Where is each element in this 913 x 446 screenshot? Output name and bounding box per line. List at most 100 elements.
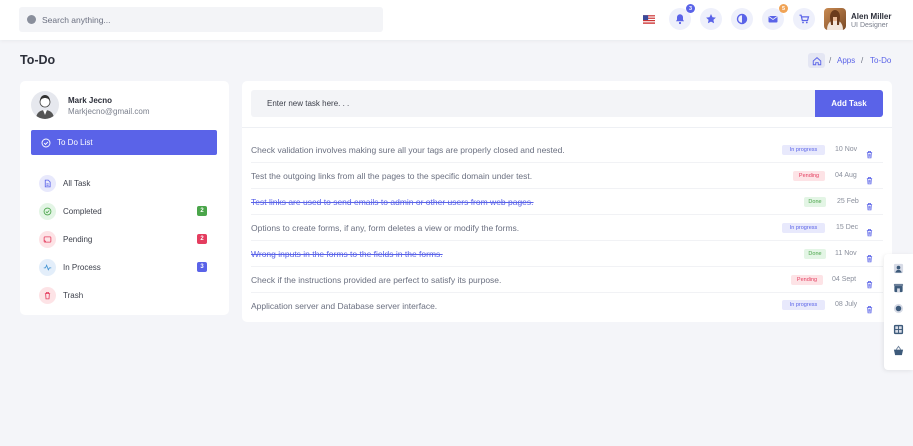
notification-bell-button[interactable]: 3 [669, 4, 695, 30]
completed-count-badge: 2 [197, 206, 207, 216]
sidebar-item-label: Trash [63, 290, 84, 300]
bell-icon [676, 14, 684, 25]
mail-button[interactable]: 5 [762, 4, 788, 30]
task-text: Test links are used to send emails to ad… [251, 197, 534, 207]
sidebar-item-label: In Process [63, 262, 101, 272]
notification-count-badge: 3 [686, 4, 695, 13]
top-bar: 3 5 Alen Miller UI Designer [0, 0, 913, 40]
grid-icon[interactable] [893, 324, 904, 335]
breadcrumb-current: To-Do [870, 56, 892, 65]
user-role: UI Designer [851, 22, 888, 29]
todo-sidebar-card: Mark Jecno Markjecno@gmail.com To Do Lis… [20, 81, 229, 315]
sidebar-item-in-process[interactable]: In Process 3 [39, 258, 207, 276]
task-date: 15 Dec [836, 224, 859, 231]
theme-toggle-button[interactable] [731, 8, 753, 30]
mail-count-badge: 5 [779, 4, 788, 13]
breadcrumb-separator: / [861, 56, 864, 65]
shop-icon[interactable] [893, 282, 904, 293]
divider [242, 127, 892, 128]
status-badge: In progress [782, 223, 825, 233]
todo-list-label: To Do List [57, 138, 93, 147]
status-badge: Pending [793, 171, 825, 181]
trash-icon [866, 255, 873, 263]
trash-icon [866, 229, 873, 237]
file-icon [39, 174, 56, 192]
star-icon [706, 14, 716, 24]
sidebar-item-label: All Task [63, 178, 91, 188]
task-row[interactable]: Check if the instructions provided are p… [251, 268, 883, 293]
status-badge: Pending [791, 275, 823, 285]
basket-icon[interactable] [893, 345, 904, 356]
task-text: Wrong inputs in the forms to the fields … [251, 249, 443, 259]
trash-icon [866, 281, 873, 289]
task-date: 11 Nov [835, 250, 857, 257]
pending-count-badge: 2 [197, 234, 207, 244]
breadcrumb-apps[interactable]: Apps [837, 56, 855, 65]
home-icon [812, 56, 821, 65]
profile-name: Mark Jecno [68, 96, 113, 105]
half-moon-icon [736, 13, 748, 25]
delete-task-button[interactable] [865, 224, 874, 242]
user-name[interactable]: Alen Miller [851, 12, 891, 21]
task-text: Test the outgoing links from all the pag… [251, 171, 533, 181]
check-circle-icon [39, 202, 56, 220]
sidebar-item-pending[interactable]: Pending 2 [39, 230, 207, 248]
badge-icon[interactable] [893, 303, 904, 314]
activity-icon [39, 258, 56, 276]
sidebar-item-completed[interactable]: Completed 2 [39, 202, 207, 220]
cart-icon [799, 14, 810, 24]
task-text: Check if the instructions provided are p… [251, 275, 502, 285]
check-circle-icon [41, 138, 51, 147]
sidebar-item-label: Pending [63, 234, 93, 244]
sidebar-item-label: Completed [63, 206, 102, 216]
status-badge: In progress [782, 300, 825, 310]
task-date: 08 July [835, 301, 858, 308]
breadcrumb-home-button[interactable] [808, 53, 825, 68]
new-task-input[interactable] [251, 90, 816, 117]
todo-list-button[interactable]: To Do List [31, 130, 217, 155]
task-date: 04 Sept [832, 276, 857, 283]
task-row[interactable]: Wrong inputs in the forms to the fields … [251, 242, 883, 267]
delete-task-button[interactable] [865, 198, 874, 216]
sidebar-item-trash[interactable]: Trash [39, 286, 207, 304]
trash-icon [866, 177, 873, 185]
cast-icon [39, 230, 56, 248]
task-row[interactable]: Check validation involves making sure al… [251, 138, 883, 163]
trash-icon [39, 286, 56, 304]
task-row[interactable]: Test the outgoing links from all the pag… [251, 164, 883, 189]
delete-task-button[interactable] [865, 146, 874, 164]
breadcrumb-separator: / [829, 56, 832, 65]
sidebar-item-all-task[interactable]: All Task [39, 174, 207, 192]
language-flag-icon[interactable] [638, 8, 660, 30]
trash-icon [866, 151, 873, 159]
task-date: 04 Aug [835, 172, 857, 179]
user-settings-icon[interactable] [893, 263, 904, 274]
profile-email: Markjecno@gmail.com [68, 107, 150, 116]
delete-task-button[interactable] [865, 276, 874, 294]
delete-task-button[interactable] [865, 172, 874, 190]
delete-task-button[interactable] [865, 301, 874, 319]
task-row[interactable]: Test links are used to send emails to ad… [251, 190, 883, 215]
trash-icon [866, 203, 873, 211]
mail-icon [768, 16, 778, 23]
in-process-count-badge: 3 [197, 262, 207, 272]
search-box[interactable] [19, 7, 383, 32]
add-task-button[interactable]: Add Task [815, 90, 883, 117]
profile-avatar [31, 91, 59, 119]
delete-task-button[interactable] [865, 250, 874, 268]
task-list-card: Add Task Check validation involves makin… [242, 81, 892, 322]
cart-button[interactable] [793, 8, 815, 30]
search-input[interactable] [42, 14, 362, 25]
task-row[interactable]: Application server and Database server i… [251, 293, 883, 318]
status-badge: Done [804, 249, 826, 259]
search-icon [27, 15, 36, 24]
status-badge: In progress [782, 145, 825, 155]
user-avatar[interactable] [824, 8, 846, 30]
floating-side-panel [884, 254, 913, 370]
task-row[interactable]: Options to create forms, if any, form de… [251, 216, 883, 241]
star-button[interactable] [700, 8, 722, 30]
task-date: 10 Nov [835, 146, 858, 153]
page-title: To-Do [20, 53, 56, 67]
trash-icon [866, 306, 873, 314]
task-date: 25 Feb [837, 198, 859, 205]
